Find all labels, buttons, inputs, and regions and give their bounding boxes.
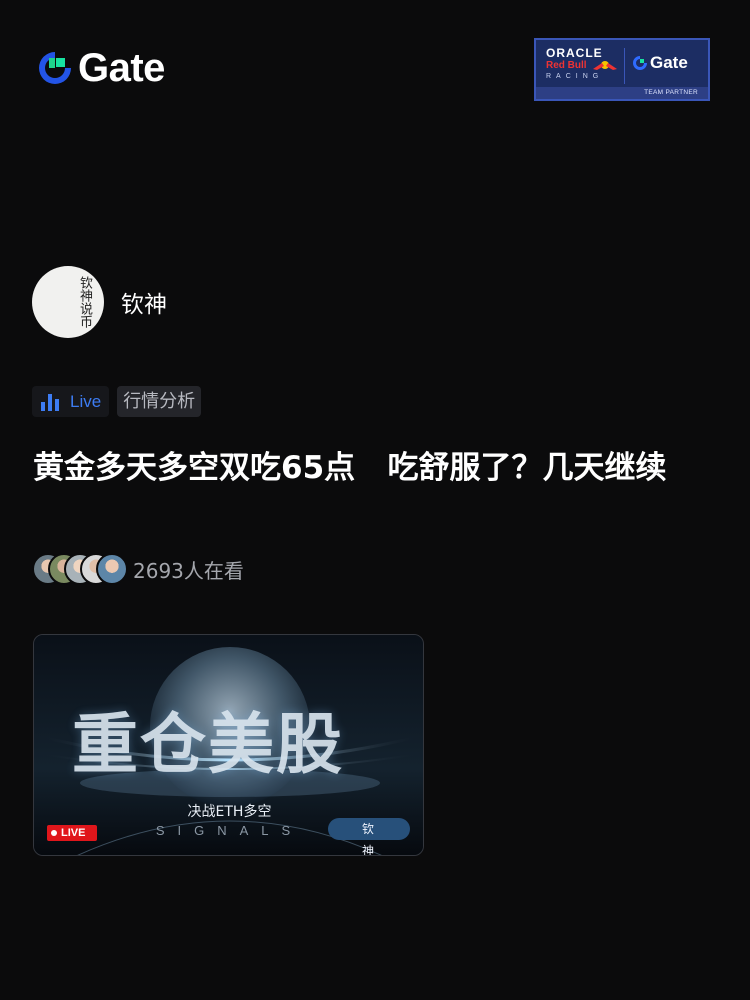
redbull-bulls-icon: [593, 61, 617, 70]
post-title: 黄金多天多空双吃65点 吃舒服了？几天继续: [33, 450, 667, 486]
gate-logo-text: Gate: [78, 46, 165, 90]
viewer-avatar: [96, 553, 128, 585]
live-dot-icon: [51, 830, 57, 836]
avatar-calligraphy: 钦神说币: [77, 276, 92, 328]
author-row[interactable]: 钦神说币 钦神: [32, 266, 167, 338]
partner-footer-text: TEAM PARTNER: [644, 89, 698, 96]
live-badge-text: LIVE: [61, 827, 86, 839]
gate-logo-icon: [39, 52, 71, 84]
thumbnail-headline: 重仓美股: [72, 706, 344, 783]
partner-gate-logo: Gate: [632, 54, 688, 71]
gate-logo[interactable]: Gate: [36, 48, 165, 88]
thumbnail-author-tag: 钦神: [328, 818, 410, 855]
gate-mini-icon: [633, 55, 647, 70]
partner-divider: [624, 48, 625, 84]
tag-row: Live 行情分析: [32, 386, 202, 417]
header: Gate ORACLE Red Bull RACING Gate TEAM PA…: [0, 0, 750, 140]
avatar[interactable]: 钦神说币: [32, 266, 104, 338]
partner-oracle-text: ORACLE: [546, 46, 603, 60]
bar-chart-icon: [41, 393, 59, 411]
topic-tag[interactable]: 行情分析: [117, 386, 202, 417]
viewer-row: 2693人在看: [32, 552, 244, 586]
partner-footer: TEAM PARTNER: [536, 87, 708, 99]
viewer-count: 2693人在看: [133, 558, 244, 583]
partner-racing-text: RACING: [546, 73, 604, 80]
author-name[interactable]: 钦神: [121, 285, 167, 319]
live-thumbnail[interactable]: 重仓美股 决战ETH多空 SIGNALS LIVE 钦神: [33, 634, 424, 856]
live-tag[interactable]: Live: [32, 386, 110, 417]
partner-banner: ORACLE Red Bull RACING Gate TEAM PARTNER: [534, 38, 710, 101]
live-tag-label: Live: [70, 391, 102, 411]
partner-redbull-text: Red Bull: [546, 60, 587, 71]
live-badge: LIVE: [47, 825, 97, 841]
viewer-avatars: [32, 552, 130, 586]
partner-gate-text: Gate: [650, 53, 688, 72]
